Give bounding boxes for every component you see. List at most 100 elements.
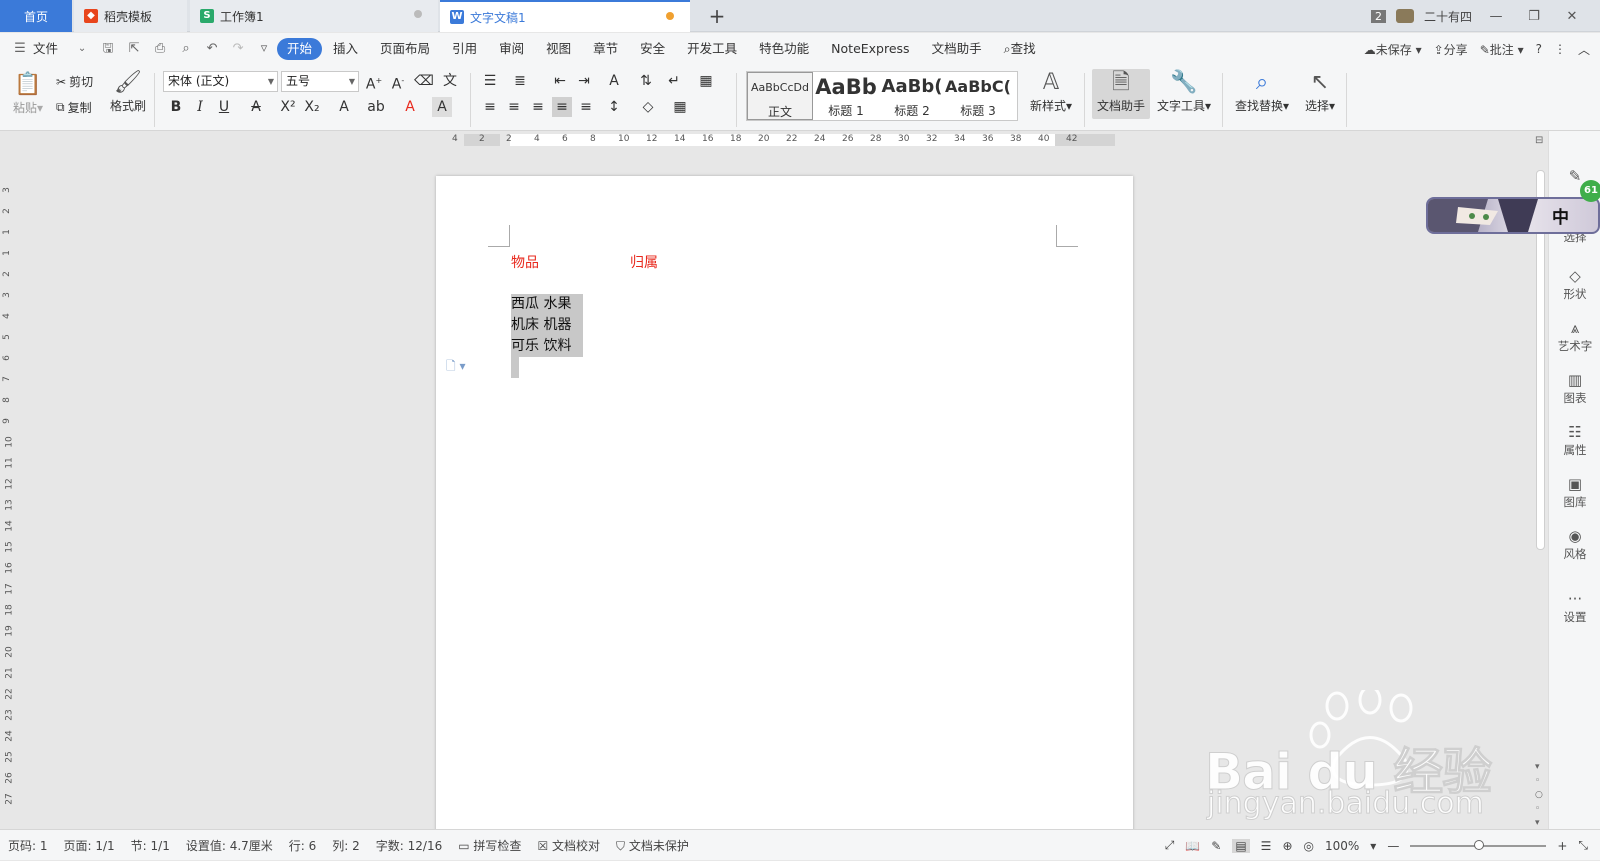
tab-daoke-template[interactable]: ◆ 稻壳模板 [74, 0, 187, 32]
fullscreen-icon[interactable]: ⤢ [1165, 838, 1175, 853]
new-tab-button[interactable]: + [704, 3, 730, 29]
status-page-number[interactable]: 页码: 1 [0, 837, 56, 854]
copy-button[interactable]: ⧉ 复制 [56, 99, 92, 116]
unsaved-button[interactable]: ☁未保存 ▾ [1364, 41, 1422, 58]
grow-font-icon[interactable]: A+ [364, 71, 384, 93]
font-size-select[interactable]: 五号 ▼ [281, 71, 359, 92]
menu-tab-features[interactable]: 特色功能 [748, 38, 820, 60]
zoom-out-button[interactable]: — [1387, 839, 1399, 853]
sort-icon[interactable]: ⇅ [636, 71, 656, 91]
bold-icon[interactable]: B [166, 97, 186, 117]
eye-protection-icon[interactable]: ◎ [1304, 839, 1314, 853]
selected-empty-line[interactable] [511, 357, 519, 378]
align-right-icon[interactable]: ≡ [528, 97, 548, 117]
select-button[interactable]: ↖ 选择▾ [1300, 69, 1340, 114]
menu-tab-insert[interactable]: 插入 [322, 38, 369, 60]
align-left-icon[interactable]: ≡ [480, 97, 500, 117]
share-button[interactable]: ⇪分享 [1434, 41, 1468, 58]
page-view-icon[interactable]: ▤ [1232, 838, 1250, 853]
menu-tab-references[interactable]: 引用 [441, 38, 488, 60]
superscript-icon[interactable]: X² [278, 97, 298, 117]
document-page[interactable]: 物品 归属 西瓜 水果 机床 机器 可乐 饮料 [436, 176, 1133, 846]
underline-icon[interactable]: U [214, 97, 234, 117]
font-color-icon[interactable]: A [400, 97, 420, 117]
customize-quick-access-icon[interactable]: ▿ [254, 39, 274, 59]
minimize-button[interactable]: — [1482, 9, 1510, 24]
page-nav-icons[interactable]: ▾ ◦ ○ ◦ ▾ [1535, 760, 1543, 830]
line-spacing-icon[interactable]: ↕ [604, 97, 624, 117]
numbered-list-icon[interactable]: ≣ [510, 71, 530, 91]
subscript-icon[interactable]: X₂ [302, 97, 322, 117]
decrease-indent-icon[interactable]: ⇤ [550, 71, 570, 91]
horizontal-ruler[interactable]: 4 2 2 4 6 8 10 12 14 16 18 20 22 24 26 28 30 32 34 36 38 40 42 [0, 131, 1548, 149]
close-button[interactable]: ✕ [1558, 9, 1586, 24]
split-view-icon[interactable]: ⊟ [1535, 135, 1543, 146]
style-heading-2[interactable]: AaBb(标题 2 [879, 72, 945, 120]
status-setting-value[interactable]: 设置值: 4.7厘米 [178, 837, 281, 854]
justify-icon[interactable]: ≡ [552, 97, 572, 117]
help-button[interactable]: ? [1536, 42, 1542, 56]
highlight-icon[interactable]: ab [366, 97, 386, 117]
sidebar-shapes[interactable]: ◇ 形状 [1549, 266, 1600, 302]
distributed-icon[interactable]: ≡ [576, 97, 596, 117]
print-icon[interactable]: ⎙ [150, 39, 170, 59]
tab-document[interactable]: W 文字文稿1 [440, 0, 690, 32]
spell-check-button[interactable]: ▭ 拼写检查 [450, 837, 529, 854]
export-icon[interactable]: ⇱ [124, 39, 144, 59]
more-options-icon[interactable]: ⋮ [1554, 42, 1566, 56]
save-icon[interactable]: 🖫 [98, 39, 118, 59]
text-line-1[interactable]: 西瓜 水果 [511, 294, 583, 315]
status-pages[interactable]: 页面: 1/1 [56, 837, 123, 854]
web-view-icon[interactable]: ⊕ [1282, 839, 1292, 853]
shrink-font-icon[interactable]: A- [388, 71, 408, 93]
show-marks-icon[interactable]: ↵ [664, 71, 684, 91]
paste-button[interactable]: 📋 粘贴▾ [10, 71, 46, 116]
bullet-list-icon[interactable]: ☰ [480, 71, 500, 91]
style-heading-1[interactable]: AaBb 标题 1 [813, 72, 879, 120]
menu-tab-noteexpress[interactable]: NoteExpress [820, 38, 920, 60]
menu-tab-layout[interactable]: 页面布局 [369, 38, 441, 60]
sidebar-chart[interactable]: ▥ 图表 [1549, 370, 1600, 406]
text-line-3[interactable]: 可乐 饮料 [511, 336, 583, 357]
chevron-down-icon[interactable]: ⌄ [72, 39, 92, 59]
status-column[interactable]: 列: 2 [324, 837, 368, 854]
sidebar-style[interactable]: ◉ 风格 [1549, 526, 1600, 562]
align-center-icon[interactable]: ≡ [504, 97, 524, 117]
paste-options-icon[interactable]: 🗋 ▾ [446, 357, 466, 378]
undo-icon[interactable]: ↶ [202, 39, 222, 59]
font-name-select[interactable]: 宋体 (正文) ▼ [163, 71, 278, 92]
window-count-badge[interactable]: 2 [1370, 9, 1386, 23]
protect-button[interactable]: ⛉ 文档未保护 [608, 837, 697, 854]
zoom-in-button[interactable]: + [1557, 839, 1567, 853]
text-effect-icon[interactable]: A [334, 97, 354, 117]
style-heading-3[interactable]: AaBbC(标题 3 [945, 72, 1011, 120]
vertical-ruler[interactable]: 3 2 1 1 2 3 4 5 6 7 8 9 10 11 12 13 14 15 16 17 18 19 20 21 22 23… [0, 149, 16, 829]
zoom-slider-thumb[interactable] [1474, 839, 1485, 850]
edit-mode-icon[interactable]: ✎ [1211, 839, 1221, 853]
shading-icon[interactable]: ◇ [638, 97, 658, 117]
menu-tab-chapter[interactable]: 章节 [582, 38, 629, 60]
borders-icon[interactable]: ▦ [670, 97, 690, 117]
user-name[interactable]: 二十有四 [1424, 8, 1472, 25]
status-word-count[interactable]: 字数: 12/16 [368, 837, 450, 854]
doc-assistant-button[interactable]: 🗎 文档助手 [1092, 69, 1150, 119]
format-painter-button[interactable]: 🖌 格式刷 [108, 69, 148, 114]
unsaved-dot-icon[interactable] [666, 12, 674, 20]
italic-icon[interactable]: I [190, 97, 210, 117]
tab-home[interactable]: 首页 [0, 0, 72, 32]
zoom-level[interactable]: 100% [1325, 839, 1359, 853]
comment-button[interactable]: ✎批注 ▾ [1480, 41, 1524, 58]
text-direction-icon[interactable]: A [604, 71, 624, 91]
outline-view-icon[interactable]: ☰ [1261, 839, 1272, 853]
print-preview-icon[interactable]: ⌕ [176, 39, 196, 59]
menu-tab-developer[interactable]: 开发工具 [676, 38, 748, 60]
menu-tab-doc-assistant[interactable]: 文档助手 [921, 38, 993, 60]
fit-window-icon[interactable]: ⤡ [1578, 838, 1588, 853]
style-normal[interactable]: AaBbCcDd 正文 [747, 72, 813, 120]
redo-icon[interactable]: ↷ [228, 39, 248, 59]
sidebar-properties[interactable]: ☷ 属性 [1549, 422, 1600, 458]
char-shading-icon[interactable]: A [432, 97, 452, 117]
text-tools-button[interactable]: 🔧 文字工具▾ [1154, 69, 1214, 114]
header-category[interactable]: 归属 [630, 252, 658, 272]
sidebar-wordart[interactable]: ⩓ 艺术字 [1549, 318, 1600, 354]
